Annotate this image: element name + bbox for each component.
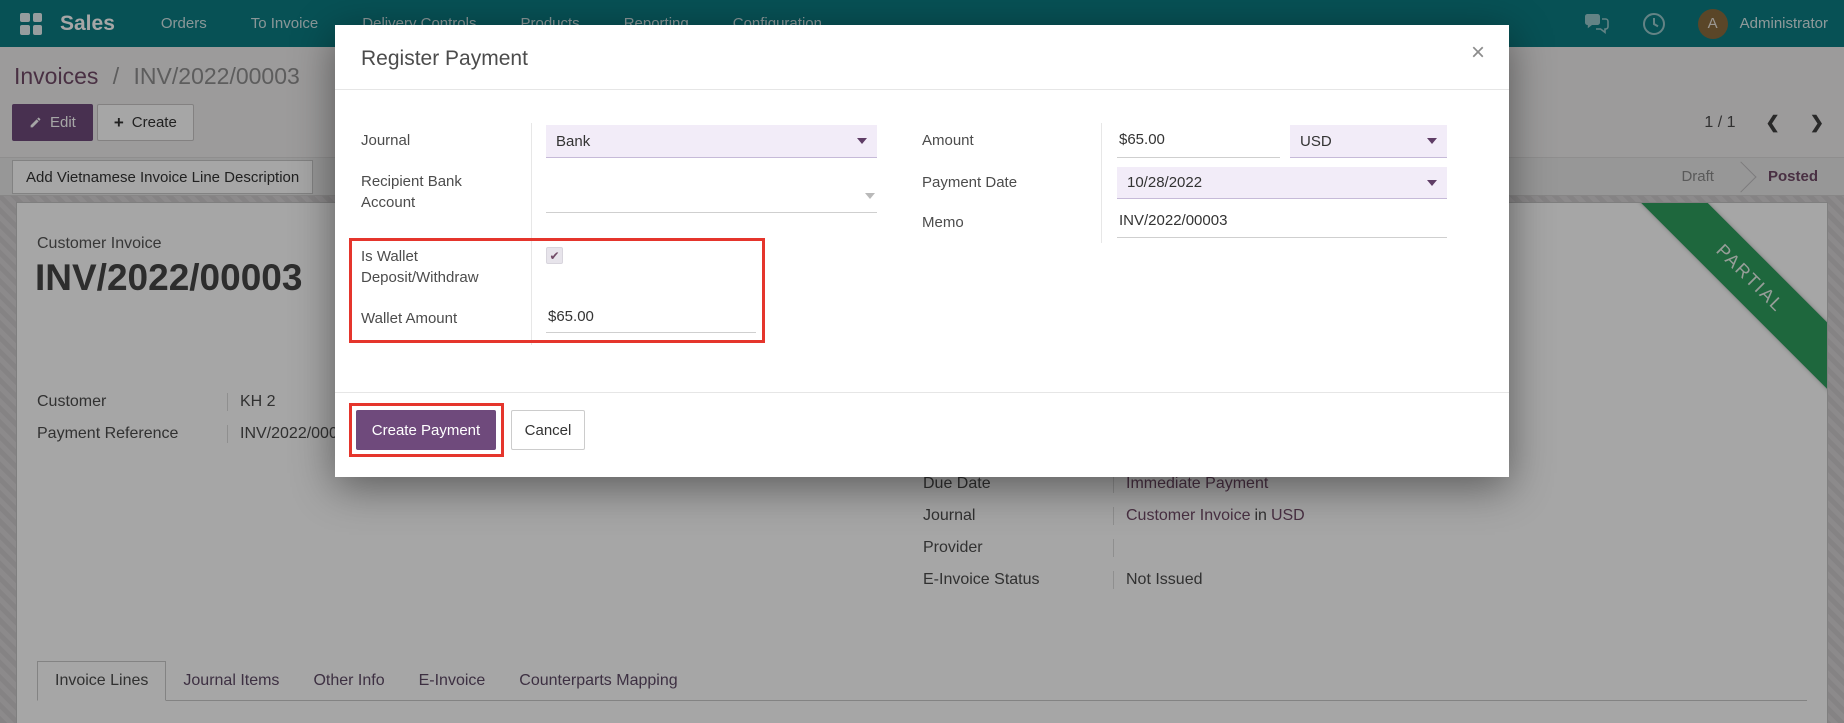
caret-down-icon [857,138,867,144]
wallet-amount-value: $65.00 [548,308,594,325]
modal-journal-value: Bank [556,132,591,150]
currency-value: USD [1300,132,1332,150]
close-icon[interactable]: × [1471,41,1485,65]
modal-amount-label: Amount [922,132,974,149]
caret-down-icon [1427,138,1437,144]
memo-value: INV/2022/00003 [1119,211,1228,229]
is-wallet-checkbox[interactable]: ✔ [546,247,563,264]
modal-wallet-amount-label: Wallet Amount [361,310,458,327]
modal-footer-divider [335,392,1509,393]
modal-title: Register Payment [361,47,528,70]
memo-input[interactable]: INV/2022/00003 [1117,207,1447,238]
modal-journal-label: Journal [361,132,411,149]
amount-input[interactable]: $65.00 [1117,125,1280,158]
create-payment-button[interactable]: Create Payment [356,410,496,450]
modal-header: Register Payment × [335,25,1509,90]
modal-recipient-input[interactable] [546,183,877,213]
currency-select[interactable]: USD [1290,125,1447,158]
amount-value: $65.00 [1119,130,1165,148]
caret-down-icon [1427,179,1437,186]
caret-down-icon [865,192,875,199]
modal-payment-date-label: Payment Date [922,174,1018,191]
cancel-button[interactable]: Cancel [511,410,585,450]
modal-journal-select[interactable]: Bank [546,125,877,158]
wallet-amount-input[interactable]: $65.00 [546,305,756,333]
modal-recipient-label: Recipient Bank Account [361,173,462,211]
modal-is-wallet-label: Is Wallet Deposit/Withdraw [361,248,479,286]
payment-date-value: 10/28/2022 [1127,174,1203,191]
register-payment-modal: Register Payment × Journal Bank Recipien… [335,25,1509,477]
payment-date-select[interactable]: 10/28/2022 [1117,167,1447,199]
modal-memo-label: Memo [922,214,964,231]
